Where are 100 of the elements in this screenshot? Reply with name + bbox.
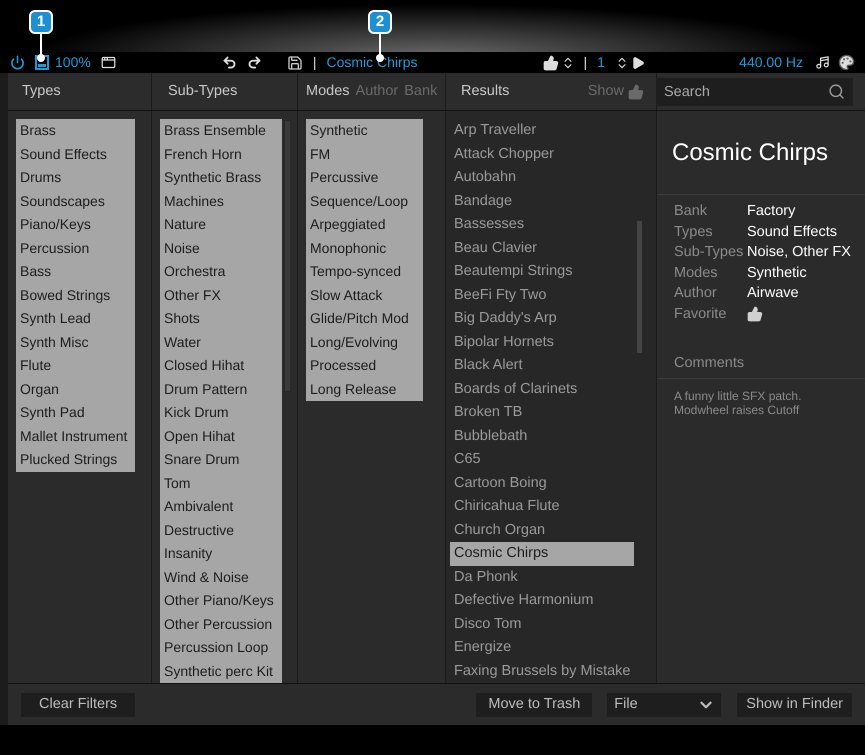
filter-item[interactable]: Drums	[16, 166, 135, 190]
filter-item[interactable]: Piano/Keys	[16, 213, 135, 236]
filter-item[interactable]: Processed	[306, 354, 423, 378]
thumbs-up-icon	[628, 84, 644, 100]
filter-item[interactable]: Bowed Strings	[16, 284, 135, 307]
filter-item[interactable]: Insanity	[160, 542, 282, 566]
filter-item[interactable]: Percussive	[306, 166, 423, 190]
filter-item[interactable]: Glide/Pitch Mod	[306, 307, 423, 330]
undo-icon[interactable]	[222, 55, 237, 70]
filter-tab[interactable]: Modes	[306, 80, 350, 102]
result-item[interactable]: Beautempi Strings	[450, 260, 634, 284]
result-item[interactable]: Bandage	[450, 190, 634, 213]
filter-item[interactable]: Ambivalent	[160, 495, 282, 518]
filter-item[interactable]: Drum Pattern	[160, 378, 282, 401]
result-item[interactable]: Cosmic Chirps	[450, 542, 634, 566]
filter-item[interactable]: Flute	[16, 354, 135, 378]
filter-item[interactable]: Destructive	[160, 518, 282, 542]
search-field[interactable]: Search	[656, 78, 853, 106]
filter-item[interactable]: Bass	[16, 260, 135, 284]
filter-item[interactable]: Brass Ensemble	[160, 119, 282, 142]
filter-item[interactable]: French Horn	[160, 142, 282, 166]
filter-item[interactable]: Organ	[16, 378, 135, 401]
filter-item[interactable]: Tom	[160, 472, 282, 495]
filter-item[interactable]: Synth Misc	[16, 330, 135, 354]
filter-item[interactable]: Brass	[16, 119, 135, 142]
filter-item[interactable]: Arpeggiated	[306, 213, 423, 236]
result-item[interactable]: Chiricahua Flute	[450, 495, 634, 518]
filter-item[interactable]: Long/Evolving	[306, 330, 423, 354]
result-item[interactable]: BeeFi Fty Two	[450, 284, 634, 307]
clear-filters-button[interactable]: Clear Filters	[21, 692, 136, 716]
filter-item[interactable]: Percussion Loop	[160, 636, 282, 660]
filter-item[interactable]: Other Percussion	[160, 612, 282, 636]
document-icon[interactable]	[35, 55, 49, 70]
filter-item[interactable]: Sequence/Loop	[306, 190, 423, 213]
result-item[interactable]: Faxing Brussels by Mistake	[450, 660, 634, 683]
search-icon[interactable]	[828, 82, 845, 100]
result-item[interactable]: Beau Clavier	[450, 236, 634, 260]
filter-item[interactable]: Orchestra	[160, 260, 282, 284]
thumbs-up-icon[interactable]	[747, 306, 763, 322]
result-item[interactable]: Da Phonk	[450, 566, 634, 589]
result-item[interactable]: Attack Chopper	[450, 142, 634, 166]
redo-icon[interactable]	[246, 55, 262, 70]
filter-item[interactable]: Mallet Instrument	[16, 424, 135, 448]
move-to-trash-button[interactable]: Move to Trash	[476, 692, 592, 716]
filter-item[interactable]: Other Piano/Keys	[160, 589, 282, 612]
filter-item[interactable]: Closed Hihat	[160, 354, 282, 378]
play-icon[interactable]	[630, 56, 645, 70]
result-item[interactable]: Church Organ	[450, 518, 634, 542]
thumbs-up-icon[interactable]	[543, 54, 560, 70]
palette-icon[interactable]	[838, 54, 855, 71]
filter-item[interactable]: Noise	[160, 236, 282, 260]
filter-item[interactable]: Synthetic Brass	[160, 166, 282, 190]
filter-item[interactable]: Plucked Strings	[16, 448, 135, 472]
filter-item[interactable]: Percussion	[16, 236, 135, 260]
filter-item[interactable]: Shots	[160, 307, 282, 330]
result-item[interactable]: Autobahn	[450, 166, 634, 190]
file-dropdown[interactable]: File	[607, 692, 722, 716]
result-item[interactable]: Big Daddy's Arp	[450, 307, 634, 330]
filter-item[interactable]: Machines	[160, 190, 282, 213]
field-value: Airwave	[747, 284, 800, 304]
show-in-finder-button[interactable]: Show in Finder	[737, 692, 852, 716]
filter-item[interactable]: Other FX	[160, 284, 282, 307]
frequency-value[interactable]: 440.00 Hz	[739, 52, 803, 73]
leader-line	[40, 34, 42, 56]
filter-item[interactable]: Sound Effects	[16, 142, 135, 166]
result-item[interactable]: Bubblebath	[450, 424, 634, 448]
filter-item[interactable]: Water	[160, 330, 282, 354]
filter-item[interactable]: Snare Drum	[160, 448, 282, 472]
result-item[interactable]: C65	[450, 448, 634, 472]
filter-item[interactable]: Synthetic perc Kit	[160, 660, 282, 683]
result-item[interactable]: Black Alert	[450, 354, 634, 378]
filter-item[interactable]: Soundscapes	[16, 190, 135, 213]
result-item[interactable]: Disco Tom	[450, 612, 634, 636]
window-icon[interactable]	[100, 55, 116, 70]
result-item[interactable]: Arp Traveller	[450, 119, 634, 142]
filter-item[interactable]: Long Release	[306, 378, 423, 401]
result-item[interactable]: Bipolar Hornets	[450, 330, 634, 354]
result-item[interactable]: Boards of Clarinets	[450, 378, 634, 401]
filter-item[interactable]: Monophonic	[306, 236, 423, 260]
filter-item[interactable]: Kick Drum	[160, 401, 282, 424]
filter-item[interactable]: Open Hihat	[160, 424, 282, 448]
power-icon[interactable]	[10, 55, 25, 70]
filter-item[interactable]: Synth Pad	[16, 401, 135, 424]
filter-item[interactable]: Tempo-synced	[306, 260, 423, 284]
result-item[interactable]: Bassesses	[450, 213, 634, 236]
result-item[interactable]: Defective Harmonium	[450, 589, 634, 612]
result-item[interactable]: Energize	[450, 636, 634, 660]
result-item[interactable]: Cartoon Boing	[450, 472, 634, 495]
filter-item[interactable]: Synthetic	[306, 119, 423, 142]
rating-value[interactable]: 1	[597, 52, 605, 73]
filter-item[interactable]: Slow Attack	[306, 284, 423, 307]
zoom-level[interactable]: 100%	[55, 52, 91, 73]
music-note-icon[interactable]	[815, 55, 830, 70]
scrollbar[interactable]	[637, 221, 642, 353]
filter-item[interactable]: Wind & Noise	[160, 566, 282, 589]
save-icon[interactable]	[286, 54, 303, 70]
result-item[interactable]: Broken TB	[450, 401, 634, 424]
filter-item[interactable]: Nature	[160, 213, 282, 236]
filter-item[interactable]: FM	[306, 142, 423, 166]
filter-item[interactable]: Synth Lead	[16, 307, 135, 330]
